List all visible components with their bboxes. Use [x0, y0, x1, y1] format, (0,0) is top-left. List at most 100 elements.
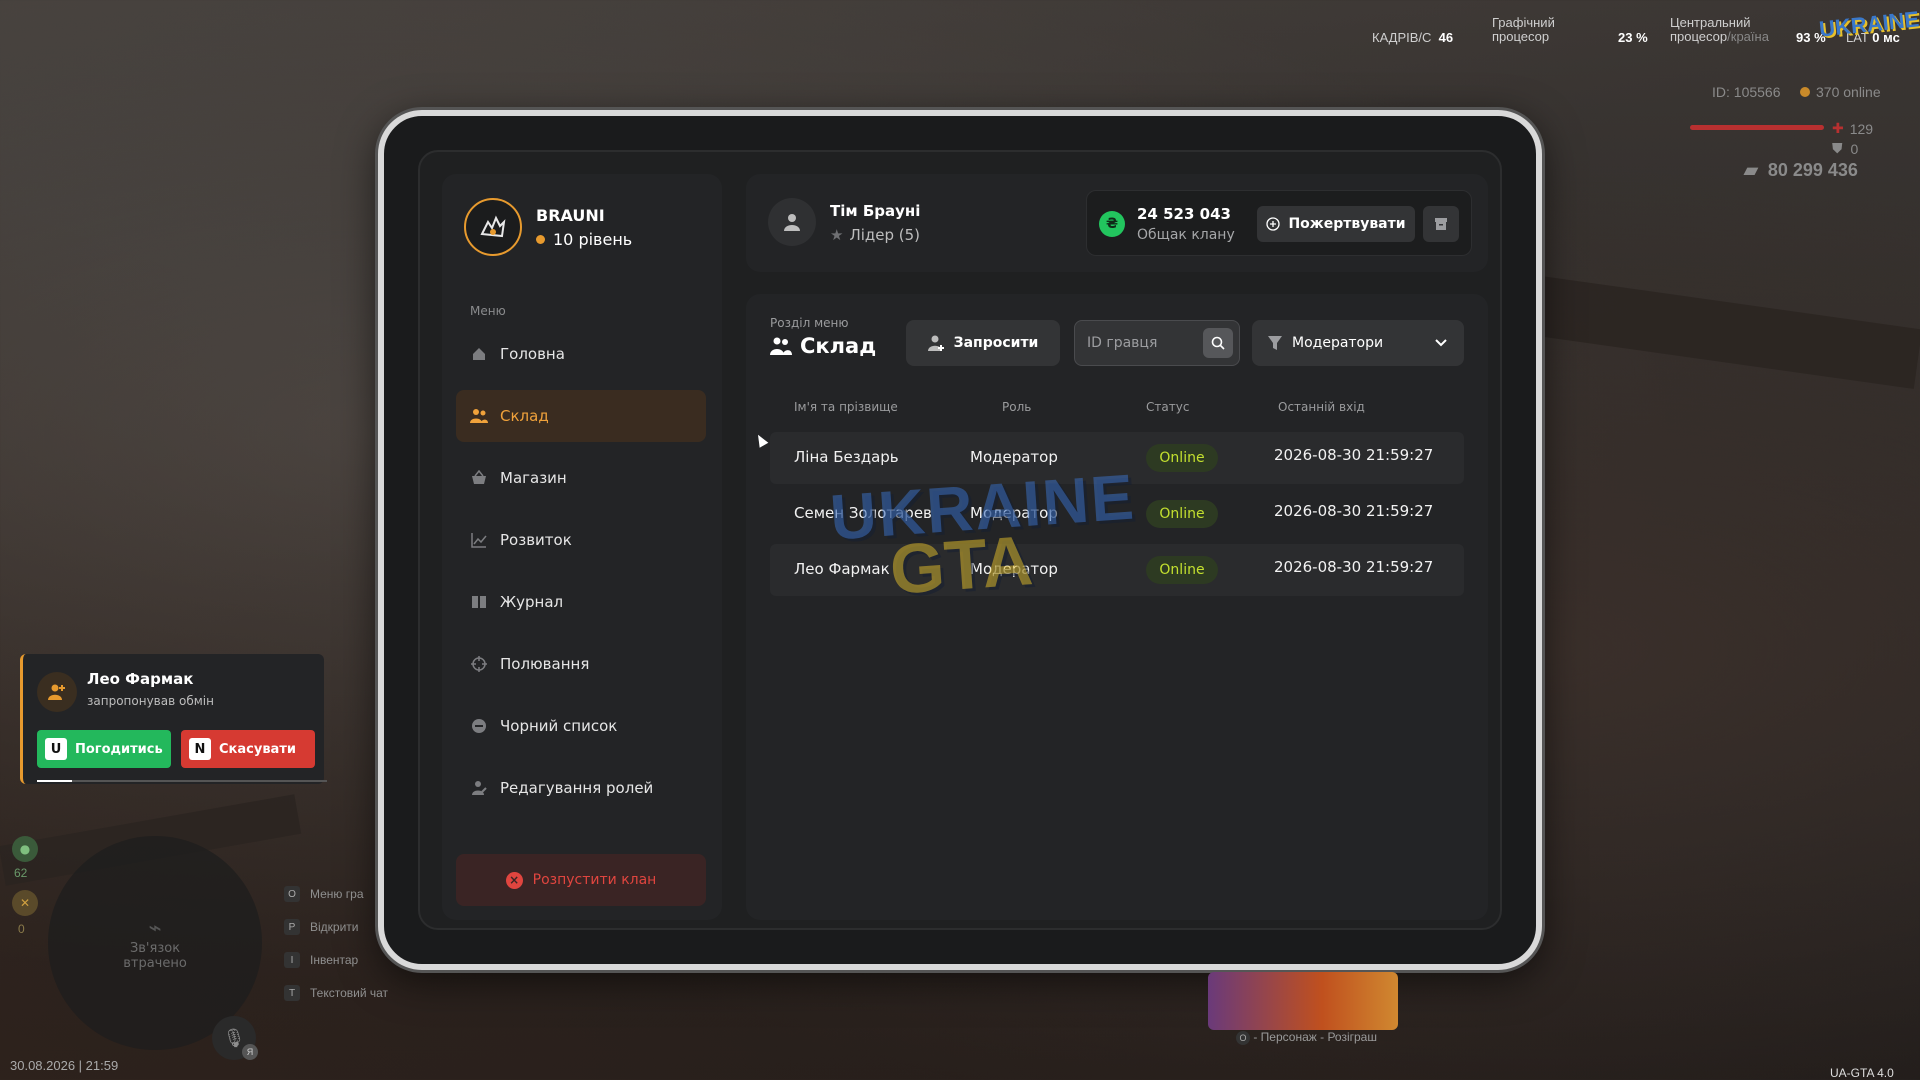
- menu-item-journal[interactable]: Журнал: [456, 576, 706, 628]
- cancel-trade-button[interactable]: N Скасувати: [181, 730, 315, 768]
- menu-item-hunting[interactable]: Полювання: [456, 638, 706, 690]
- member-role: Модератор: [970, 448, 1058, 466]
- gpu-value-text: 23 %: [1618, 30, 1648, 45]
- menu-item-shop[interactable]: Магазин: [456, 452, 706, 504]
- members-icon: [770, 337, 792, 355]
- promo-label: - Персонаж - Розіграш: [1253, 1030, 1377, 1044]
- hint-inventory: I Інвентар: [284, 952, 358, 968]
- player-id-text: ID: 105566: [1712, 84, 1781, 100]
- menu-item-blacklist[interactable]: Чорний список: [456, 700, 706, 752]
- cpu-label: Центральний процесор/країна: [1670, 16, 1769, 44]
- disband-clan-button[interactable]: × Розпустити клан: [456, 854, 706, 906]
- donate-button[interactable]: Пожертвувати: [1257, 206, 1415, 242]
- page-title: Склад: [770, 334, 876, 358]
- trade-timer-fill: [37, 780, 72, 782]
- key-hint: O: [1236, 1031, 1250, 1045]
- key-hint: O: [284, 886, 300, 902]
- online-count: 370 online: [1800, 84, 1881, 100]
- food-status-icon: ●: [12, 836, 38, 862]
- menu-item-label: Магазин: [500, 469, 567, 487]
- gpu-value: 23 %: [1618, 30, 1648, 45]
- menu-item-label: Полювання: [500, 655, 590, 673]
- menu-item-label: Склад: [500, 407, 549, 425]
- clan-level-text: 10 рівень: [553, 230, 633, 249]
- menu-caption: Меню: [470, 304, 506, 318]
- filter-value: Модератори: [1292, 335, 1384, 351]
- fps-value: 46: [1438, 30, 1454, 45]
- menu-item-label: Головна: [500, 345, 565, 363]
- player-search: [1074, 320, 1240, 366]
- bank-label: Общак клану: [1137, 227, 1235, 243]
- chevron-down-icon: [1435, 339, 1447, 347]
- search-button[interactable]: [1203, 328, 1233, 358]
- cpu-label-line2: процесор: [1670, 29, 1728, 44]
- trade-text: запропонував обмін: [87, 694, 214, 708]
- clan-emblem-icon: [480, 215, 506, 238]
- search-input[interactable]: [1087, 321, 1197, 365]
- avatar: [37, 672, 77, 712]
- hint-label: Текстовий чат: [310, 986, 389, 1000]
- key-hint: T: [284, 985, 300, 1001]
- hint-text-chat: T Текстовий чат: [284, 985, 388, 1001]
- accept-label: Погодитись: [75, 741, 163, 757]
- minimap-status-line1: Зв'язок: [129, 940, 181, 956]
- no-signal-icon: ⌁: [148, 915, 162, 941]
- column-header-status: Статус: [1146, 400, 1190, 414]
- clan-level: 10 рівень: [536, 230, 632, 249]
- promo-banner[interactable]: [1208, 972, 1398, 1030]
- clan-logo: [464, 198, 522, 256]
- menu-item-label: Журнал: [500, 593, 564, 611]
- crosshair-icon: [470, 655, 488, 673]
- status-value-text: 0: [18, 922, 25, 936]
- bank-amount: 24 523 043: [1137, 205, 1231, 223]
- mic-badge-text: Я: [246, 1047, 254, 1057]
- block-icon: [470, 717, 488, 735]
- menu-item-development[interactable]: Розвиток: [456, 514, 706, 566]
- money-icon: ▰: [1744, 160, 1758, 180]
- donate-label: Пожертвувати: [1288, 216, 1406, 232]
- archive-icon: [1435, 218, 1447, 230]
- shield-icon: ⛊: [1832, 140, 1843, 156]
- level-dot-icon: [536, 235, 545, 244]
- cross-status-value: 0: [18, 922, 25, 936]
- basket-icon: [470, 469, 488, 487]
- player-role-text: Лідер (5): [849, 226, 921, 244]
- fps-counter: КАДРІВ/С 46: [1372, 30, 1453, 45]
- mic-badge: Я: [242, 1044, 258, 1060]
- cancel-label: Скасувати: [219, 741, 296, 757]
- trade-sender-name: Лео Фармак: [87, 670, 194, 688]
- page-title-text: Склад: [800, 334, 877, 358]
- health-bar: [1690, 125, 1824, 130]
- food-value: 62: [14, 866, 28, 880]
- player-role: ★ Лідер (5): [830, 226, 920, 244]
- role-filter-dropdown[interactable]: Модератори: [1252, 320, 1464, 366]
- storage-button[interactable]: [1423, 206, 1459, 242]
- sidebar: BRAUNI 10 рівень Меню Головна Склад Мага…: [442, 174, 722, 920]
- column-header-role: Роль: [1002, 400, 1032, 414]
- user-edit-icon: [470, 779, 488, 797]
- money-text: 80 299 436: [1767, 160, 1858, 180]
- server-label: /країна: [1727, 29, 1769, 44]
- accept-trade-button[interactable]: U Погодитись: [37, 730, 171, 768]
- members-icon: [470, 407, 488, 425]
- trade-timer-bar: [37, 780, 327, 782]
- menu-item-roster[interactable]: Склад: [456, 390, 706, 442]
- gpu-label: Графічний процесор: [1492, 16, 1555, 44]
- armor-value: ⛊ 0: [1832, 140, 1858, 157]
- cross-status-icon: ✕: [12, 890, 38, 916]
- star-icon: ★: [830, 226, 844, 244]
- member-last-login: 2026-08-30 21:59:27: [1274, 558, 1434, 576]
- menu-item-home[interactable]: Головна: [456, 328, 706, 380]
- invite-button[interactable]: Запросити: [906, 320, 1060, 366]
- table-row[interactable]: Лео Фармак Модератор Online 2026-08-30 2…: [770, 544, 1464, 596]
- member-last-login: 2026-08-30 21:59:27: [1274, 446, 1434, 464]
- clan-name: BRAUNI: [536, 206, 605, 225]
- health-icon: ✚: [1832, 120, 1844, 136]
- home-icon: [470, 345, 488, 363]
- menu-item-edit-roles[interactable]: Редагування ролей: [456, 762, 706, 814]
- column-header-last-login: Останній вхід: [1278, 400, 1365, 414]
- key-hint: P: [284, 919, 300, 935]
- gpu-label-line1: Графічний: [1492, 15, 1555, 30]
- filter-icon: [1268, 336, 1282, 350]
- invite-label: Запросити: [953, 335, 1039, 351]
